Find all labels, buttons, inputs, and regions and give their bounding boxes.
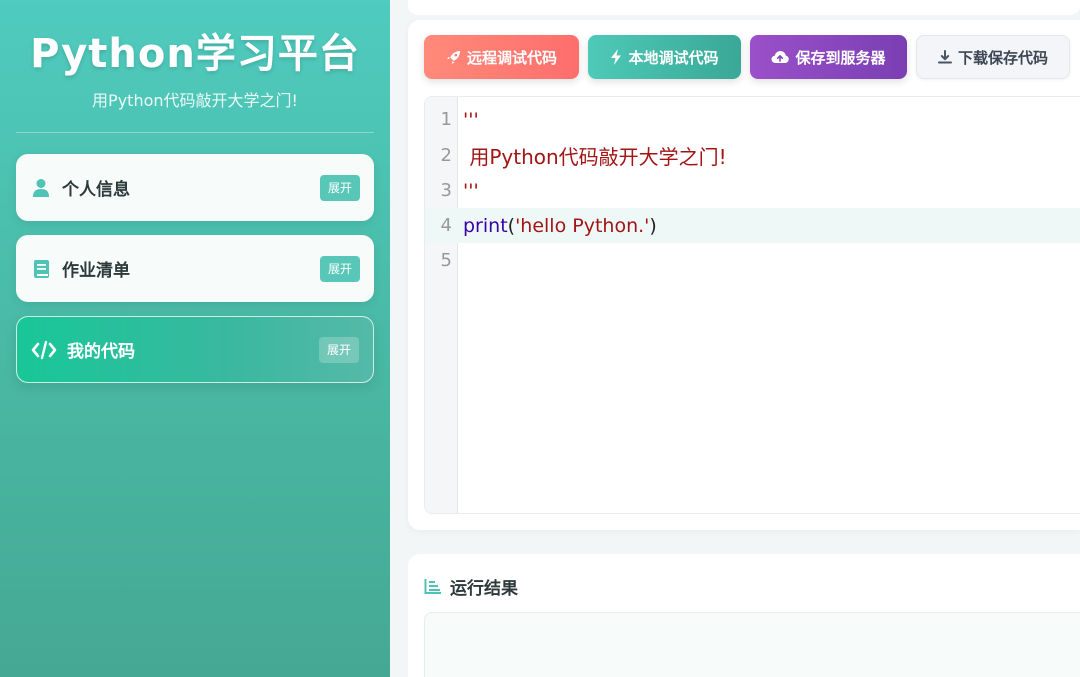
code-line-text: ''' xyxy=(463,179,479,202)
code-token-string: 'hello Python.' xyxy=(515,214,650,237)
app-title: Python学习平台 xyxy=(30,31,360,77)
sidebar-item-label: 作业清单 xyxy=(62,261,130,281)
save-to-server-button[interactable]: 保存到服务器 xyxy=(750,35,907,79)
cloud-upload-icon xyxy=(771,50,790,64)
main-content: 远程调试代码 本地调试代码 保存到服务器 下载保存代码 1 ''' 2 用Pyt… xyxy=(390,0,1080,677)
top-panel-edge xyxy=(408,0,1080,15)
code-line[interactable]: 5 xyxy=(425,243,1080,278)
remote-debug-label: 远程调试代码 xyxy=(466,48,557,67)
line-number: 4 xyxy=(440,215,452,236)
list-icon xyxy=(424,578,442,594)
code-token-paren: ( xyxy=(507,214,516,237)
result-output xyxy=(424,612,1080,677)
lightning-icon xyxy=(610,49,622,65)
code-line-text: ''' xyxy=(463,108,479,131)
code-line-text: print('hello Python.') xyxy=(458,215,657,237)
expand-badge[interactable]: 展开 xyxy=(319,174,360,201)
result-header: 运行结果 xyxy=(424,574,518,599)
result-panel: 运行结果 xyxy=(408,554,1080,677)
code-line[interactable]: 2 用Python代码敲开大学之门! xyxy=(425,138,1080,173)
result-title: 运行结果 xyxy=(450,578,518,599)
user-icon xyxy=(30,177,52,199)
expand-badge[interactable]: 展开 xyxy=(318,336,359,363)
save-to-server-label: 保存到服务器 xyxy=(795,48,886,67)
line-number: 5 xyxy=(440,250,452,271)
download-icon xyxy=(937,50,952,64)
code-line-active[interactable]: 4 print('hello Python.') xyxy=(425,208,1080,243)
download-code-button[interactable]: 下载保存代码 xyxy=(916,35,1070,79)
sidebar-item-my-code[interactable]: 我的代码 展开 xyxy=(16,316,374,383)
download-code-label: 下载保存代码 xyxy=(957,48,1048,67)
sidebar-divider xyxy=(16,132,374,133)
local-debug-label: 本地调试代码 xyxy=(628,48,719,67)
sidebar-item-label: 我的代码 xyxy=(67,342,135,362)
code-editor[interactable]: 1 ''' 2 用Python代码敲开大学之门! 3 ''' 4 print('… xyxy=(424,96,1080,514)
code-line-text: 用Python代码敲开大学之门! xyxy=(463,145,727,169)
sidebar-item-profile[interactable]: 个人信息 展开 xyxy=(16,154,374,221)
book-icon xyxy=(30,258,52,280)
code-line[interactable]: 3 ''' xyxy=(425,173,1080,208)
app-subtitle: 用Python代码敲开大学之门! xyxy=(92,91,298,110)
editor-panel: 远程调试代码 本地调试代码 保存到服务器 下载保存代码 1 ''' 2 用Pyt… xyxy=(408,20,1080,530)
code-token-function: print xyxy=(463,214,508,237)
expand-badge[interactable]: 展开 xyxy=(319,255,360,282)
line-number: 1 xyxy=(440,109,452,130)
code-line[interactable]: 1 ''' xyxy=(425,102,1080,137)
local-debug-button[interactable]: 本地调试代码 xyxy=(588,35,741,79)
code-icon xyxy=(31,339,57,361)
line-number: 2 xyxy=(440,145,452,166)
rocket-icon xyxy=(446,50,461,65)
sidebar-item-homework[interactable]: 作业清单 展开 xyxy=(16,235,374,302)
sidebar: Python学习平台 用Python代码敲开大学之门! 个人信息 展开 作业清单… xyxy=(0,0,390,677)
line-number: 3 xyxy=(440,180,452,201)
remote-debug-button[interactable]: 远程调试代码 xyxy=(424,35,579,79)
code-token-paren: ) xyxy=(649,214,657,237)
sidebar-item-label: 个人信息 xyxy=(62,180,130,200)
